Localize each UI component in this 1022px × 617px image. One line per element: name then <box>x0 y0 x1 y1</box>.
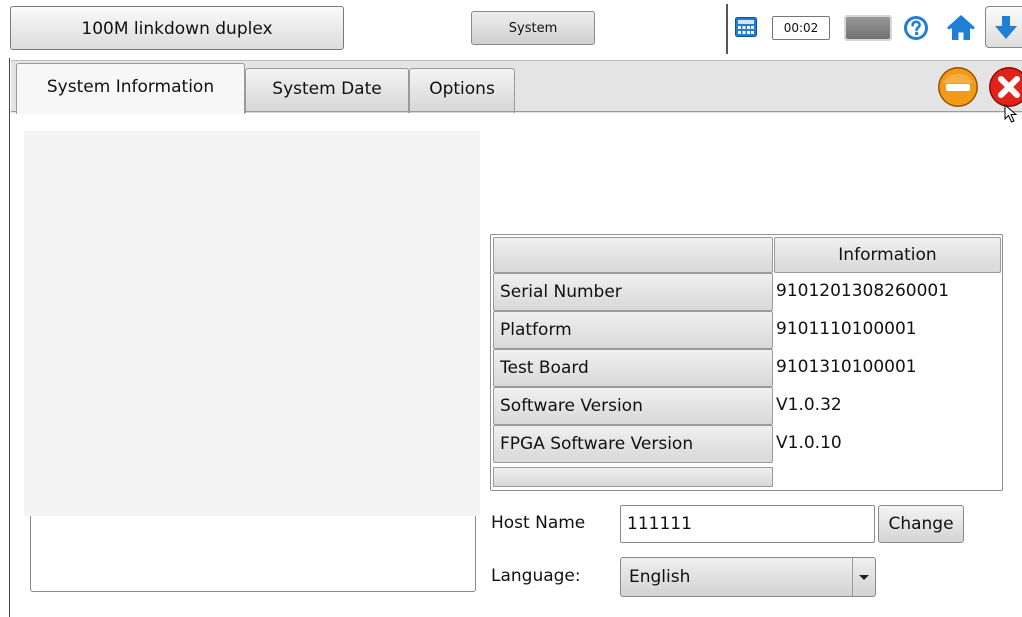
language-selected-value: English <box>629 567 691 587</box>
top-bar: 100M linkdown duplex System 00:02 <box>0 0 1022 58</box>
calculator-icon[interactable] <box>735 17 757 37</box>
table-header-information: Information <box>774 237 1001 273</box>
row-value-test-board: 9101310100001 <box>776 357 917 377</box>
row-label-serial-number: Serial Number <box>493 273 773 311</box>
row-value-serial-number: 9101201308260001 <box>776 281 950 301</box>
row-value-software-version: V1.0.32 <box>776 395 842 415</box>
close-button[interactable] <box>988 66 1022 108</box>
change-button[interactable]: Change <box>878 505 964 543</box>
minimize-button[interactable] <box>937 66 979 108</box>
row-label-test-board: Test Board <box>493 349 773 387</box>
dropdown-button[interactable] <box>852 558 875 596</box>
tab-bar: System Information System Date Options <box>11 60 1022 114</box>
mouse-cursor-icon <box>1004 104 1018 123</box>
language-label: Language: <box>491 566 581 586</box>
link-status-display: 100M linkdown duplex <box>10 6 344 50</box>
help-icon[interactable] <box>904 16 928 40</box>
row-label-software-version: Software Version <box>493 387 773 425</box>
toolbar-divider <box>726 4 728 54</box>
row-value-fpga-software-version: V1.0.10 <box>776 433 842 453</box>
tab-system-date[interactable]: System Date <box>245 68 409 113</box>
arrow-down-icon <box>995 16 1017 39</box>
host-name-label: Host Name <box>491 513 586 533</box>
chevron-down-icon <box>859 575 869 580</box>
table-row-empty <box>493 467 773 487</box>
home-icon[interactable] <box>947 14 975 42</box>
language-select[interactable]: English <box>620 557 876 597</box>
system-button[interactable]: System <box>471 11 595 45</box>
tab-system-information[interactable]: System Information <box>16 63 245 114</box>
host-name-input[interactable] <box>620 505 875 543</box>
scroll-down-button[interactable] <box>985 6 1022 48</box>
minus-circle-icon <box>938 67 978 107</box>
system-information-table: Information Serial Number 91012013082600… <box>490 234 1003 491</box>
row-label-fpga-software-version: FPGA Software Version <box>493 425 773 463</box>
window-left-edge <box>9 58 10 617</box>
table-corner-header <box>493 237 773 273</box>
tab-options[interactable]: Options <box>409 68 515 113</box>
close-circle-icon <box>989 67 1022 107</box>
system-image-panel <box>24 131 480 516</box>
battery-icon <box>844 15 892 41</box>
row-label-platform: Platform <box>493 311 773 349</box>
info-box <box>30 516 476 592</box>
row-value-platform: 9101110100001 <box>776 319 917 339</box>
elapsed-timer: 00:02 <box>772 16 830 40</box>
